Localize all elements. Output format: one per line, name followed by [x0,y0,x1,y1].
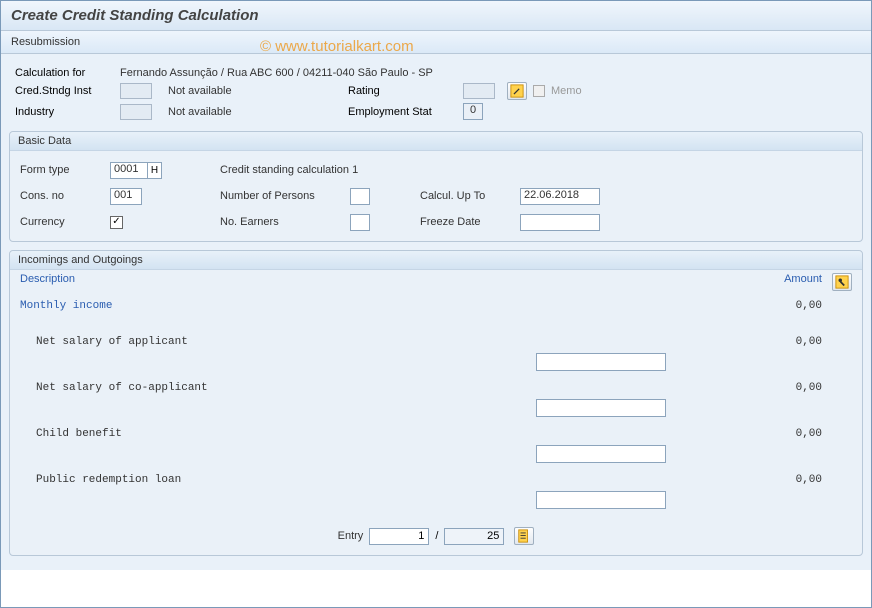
configure-columns-button[interactable] [832,273,852,291]
io-row-net-salary-applicant: Net salary of applicant 0,00 [10,331,862,353]
cred-inst-row: Cred.Stndg Inst Not available Rating Mem… [15,82,857,100]
pager-label: Entry [338,530,364,542]
io-value-input[interactable] [536,491,666,509]
persons-input[interactable] [350,188,370,205]
emp-stat-label: Employment Stat [348,106,463,118]
calc-upto-input[interactable]: 22.06.2018 [520,188,600,205]
persons-label: Number of Persons [220,190,350,202]
calc-for-row: Calculation for Fernando Assunção / Rua … [15,67,857,79]
memo-checkbox [533,85,545,97]
menu-resubmission[interactable]: Resubmission [11,36,80,48]
io-row-public-redemption: Public redemption loan 0,00 [10,469,862,491]
form-type-text: Credit standing calculation 1 [220,164,358,176]
incomings-title: Incomings and Outgoings [10,251,862,270]
io-input-row [10,353,862,377]
form-type-input[interactable]: 0001 [110,162,148,179]
io-value-input[interactable] [536,353,666,371]
basic-data-title: Basic Data [10,132,862,151]
industry-row: Industry Not available Employment Stat 0 [15,103,857,120]
menu-bar: Resubmission [1,31,871,54]
cred-inst-text: Not available [168,85,348,97]
io-label: Monthly income [20,300,738,312]
memo-label: Memo [551,85,582,97]
cons-no-input[interactable]: 001 [110,188,142,205]
io-amount: 0,00 [738,300,828,312]
basic-data-group: Basic Data Form type 0001 H Cons. no 001 [9,131,863,242]
io-value-input[interactable] [536,445,666,463]
io-desc-header: Description [20,273,738,292]
currency-label: Currency [20,216,110,228]
cons-no-label: Cons. no [20,190,110,202]
cred-inst-label: Cred.Stndg Inst [15,85,120,97]
pager-sep: / [435,530,438,542]
calc-for-label: Calculation for [15,67,120,79]
industry-input[interactable] [120,104,152,120]
currency-checkbox[interactable]: ✓ [110,216,123,229]
io-header-row: Description Amount [10,270,862,295]
page-title: Create Credit Standing Calculation [11,7,861,24]
io-amount-header: Amount [738,273,828,292]
industry-text: Not available [168,106,348,118]
io-value-input[interactable] [536,399,666,417]
rating-input[interactable] [463,83,495,99]
industry-label: Industry [15,106,120,118]
io-label: Net salary of co-applicant [20,382,738,394]
io-amount: 0,00 [738,474,828,486]
pager-total [444,528,504,545]
io-input-row [10,445,862,469]
wrench-icon [835,275,849,289]
io-row-child-benefit: Child benefit 0,00 [10,423,862,445]
io-row-net-salary-coapplicant: Net salary of co-applicant 0,00 [10,377,862,399]
io-label: Public redemption loan [20,474,738,486]
form-type-label: Form type [20,164,110,176]
content-area: Calculation for Fernando Assunção / Rua … [1,54,871,570]
io-label: Child benefit [20,428,738,440]
title-bar: Create Credit Standing Calculation [1,1,871,31]
io-label: Net salary of applicant [20,336,738,348]
io-input-row [10,491,862,515]
earners-label: No. Earners [220,216,350,228]
rating-label: Rating [348,85,463,97]
io-row-monthly-income: Monthly income 0,00 [10,295,862,317]
io-amount: 0,00 [738,382,828,394]
pager-go-button[interactable] [514,527,534,545]
memo-wrap: Memo [533,85,582,97]
calc-upto-label: Calcul. Up To [420,190,520,202]
header-section: Calculation for Fernando Assunção / Rua … [9,60,863,127]
calc-for-value: Fernando Assunção / Rua ABC 600 / 04211-… [120,67,433,79]
edit-rating-button[interactable] [507,82,527,100]
io-amount: 0,00 [738,336,828,348]
cred-inst-input[interactable] [120,83,152,99]
form-type-suffix[interactable]: H [148,162,162,179]
io-amount: 0,00 [738,428,828,440]
pencil-icon [510,84,524,98]
io-input-row [10,399,862,423]
document-icon [517,529,531,543]
pager-current-input[interactable] [369,528,429,545]
earners-input[interactable] [350,214,370,231]
freeze-input[interactable] [520,214,600,231]
freeze-label: Freeze Date [420,216,520,228]
entry-pager: Entry / [10,521,862,551]
incomings-group: Incomings and Outgoings Description Amou… [9,250,863,556]
emp-stat-value: 0 [463,103,483,120]
